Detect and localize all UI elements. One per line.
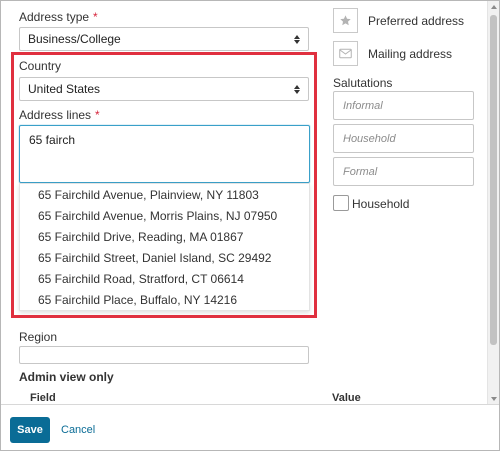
dialog-footer: Save Cancel	[1, 404, 499, 450]
scroll-up-icon[interactable]	[491, 5, 497, 9]
region-label: Region	[19, 330, 58, 344]
scroll-down-icon[interactable]	[491, 397, 497, 401]
star-icon	[340, 15, 351, 26]
highlight-box	[11, 52, 317, 318]
salutations-label: Salutations	[333, 76, 393, 90]
preferred-address-toggle[interactable]	[333, 8, 358, 33]
envelope-icon	[339, 48, 352, 59]
scrollbar[interactable]	[487, 1, 499, 406]
address-type-value: Business/College	[28, 32, 121, 46]
address-type-label: Address type *	[19, 10, 98, 24]
address-type-select[interactable]: Business/College	[19, 27, 309, 51]
mailing-address-toggle[interactable]	[333, 41, 358, 66]
admin-value-header: Value	[332, 392, 361, 404]
household-checkbox-label: Household	[352, 197, 410, 211]
required-mark: *	[93, 10, 98, 24]
region-input[interactable]	[19, 346, 309, 364]
admin-field-header: Field	[30, 392, 56, 404]
select-arrows-icon	[294, 34, 300, 44]
preferred-address-label: Preferred address	[368, 14, 465, 28]
informal-salutation-input[interactable]: Informal	[333, 91, 474, 120]
formal-salutation-input[interactable]: Formal	[333, 157, 474, 186]
household-salutation-input[interactable]: Household	[333, 124, 474, 153]
household-checkbox[interactable]	[333, 195, 349, 211]
scrollbar-thumb[interactable]	[490, 15, 497, 345]
admin-heading: Admin view only	[19, 370, 114, 384]
save-button[interactable]: Save	[10, 417, 50, 443]
mailing-address-label: Mailing address	[368, 47, 453, 61]
cancel-button[interactable]: Cancel	[61, 424, 95, 436]
